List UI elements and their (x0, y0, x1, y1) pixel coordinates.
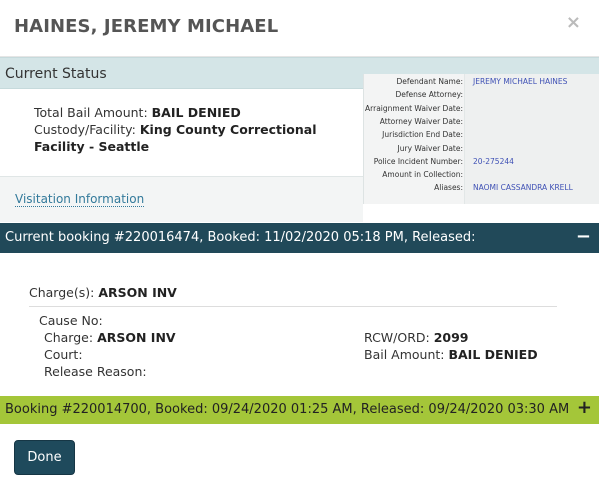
current-booking-title: Current booking #220016474, Booked: 11/0… (5, 230, 476, 245)
defendant-detail-panel: Defendant Name: JEREMY MICHAEL HAINES Defe… (363, 74, 599, 204)
charges-summary: Charge(s): ARSON INV (29, 285, 177, 300)
rcw-label: RCW/ORD: (364, 330, 430, 345)
court-line: Court: (44, 347, 83, 362)
detail-label: Arraignment Waiver Date: (365, 103, 463, 113)
detail-label: Defendant Name: (396, 77, 464, 86)
detail-label: Aliases: (434, 183, 463, 193)
custody-line: Custody/Facility: King County Correction… (34, 121, 354, 155)
charge-bail-label: Bail Amount: (364, 347, 445, 362)
charge-label: Charge: (44, 330, 94, 345)
current-booking-header[interactable]: Current booking #220016474, Booked: 11/0… (0, 223, 599, 253)
detail-row: Police Incident Number: 20-275244 (364, 155, 599, 168)
total-bail-line: Total Bail Amount: BAIL DENIED (34, 104, 354, 121)
charges-value: ARSON INV (98, 285, 177, 300)
detail-row: Aliases: NAOMI CASSANDRA KRELL (364, 181, 599, 194)
modal-title: HAINES, JEREMY MICHAEL (14, 16, 279, 37)
bail-info: Total Bail Amount: BAIL DENIED Custody/F… (34, 104, 354, 155)
charge-detail: Cause No: Charge: ARSON INV Court: Relea… (0, 313, 599, 383)
detail-row: Arraignment Waiver Date: (364, 102, 599, 115)
detail-label: Attorney Waiver Date: (379, 116, 463, 126)
done-button[interactable]: Done (14, 440, 75, 475)
charges-label: Charge(s): (29, 285, 95, 300)
visitation-information-link[interactable]: Visitation Information (15, 192, 145, 207)
current-status-title: Current Status (5, 66, 107, 82)
visitation-section: Visitation Information (0, 176, 363, 222)
charge-bail-value: BAIL DENIED (448, 347, 538, 362)
detail-value: JEREMY MICHAEL HAINES (473, 77, 568, 86)
court-label: Court: (44, 347, 83, 362)
detail-row: Jury Waiver Date: (364, 142, 599, 155)
collapse-icon[interactable]: − (576, 226, 591, 247)
release-reason-label: Release Reason: (44, 364, 147, 379)
previous-booking-header[interactable]: Booking #220014700, Booked: 09/24/2020 0… (0, 396, 599, 424)
detail-label: Defense Attorney: (395, 90, 463, 100)
charge-value: ARSON INV (97, 330, 176, 345)
cause-number-line: Cause No: (39, 313, 103, 328)
close-icon[interactable]: × (566, 13, 581, 33)
detail-label: Amount in Collection: (382, 170, 463, 180)
rcw-value: 2099 (433, 330, 469, 345)
detail-value: NAOMI CASSANDRA KRELL (473, 183, 573, 193)
release-reason-line: Release Reason: (44, 364, 147, 379)
previous-booking-title: Booking #220014700, Booked: 09/24/2020 0… (5, 402, 570, 417)
charge-line: Charge: ARSON INV (44, 330, 176, 345)
custody-label: Custody/Facility: (34, 122, 136, 137)
total-bail-label: Total Bail Amount: (34, 105, 148, 120)
detail-row: Defense Attorney: (364, 88, 599, 101)
detail-row: Amount in Collection: (364, 168, 599, 181)
charge-bail-line: Bail Amount: BAIL DENIED (364, 347, 538, 362)
detail-label: Jury Waiver Date: (397, 143, 463, 153)
detail-label: Jurisdiction End Date: (382, 130, 463, 140)
rcw-line: RCW/ORD: 2099 (364, 330, 469, 345)
charges-divider (29, 306, 557, 307)
inmate-details-modal: HAINES, JEREMY MICHAEL × Current Status … (0, 0, 599, 490)
detail-label: Police Incident Number: (373, 156, 463, 166)
detail-row: Jurisdiction End Date: (364, 128, 599, 141)
cause-number-label: Cause No: (39, 313, 103, 328)
total-bail-value: BAIL DENIED (151, 105, 241, 120)
detail-value: 20-275244 (473, 156, 514, 166)
expand-icon[interactable]: + (577, 397, 592, 418)
detail-row: Defendant Name: JEREMY MICHAEL HAINES (364, 75, 599, 88)
modal-header: HAINES, JEREMY MICHAEL × (0, 0, 599, 57)
detail-row: Attorney Waiver Date: (364, 115, 599, 128)
